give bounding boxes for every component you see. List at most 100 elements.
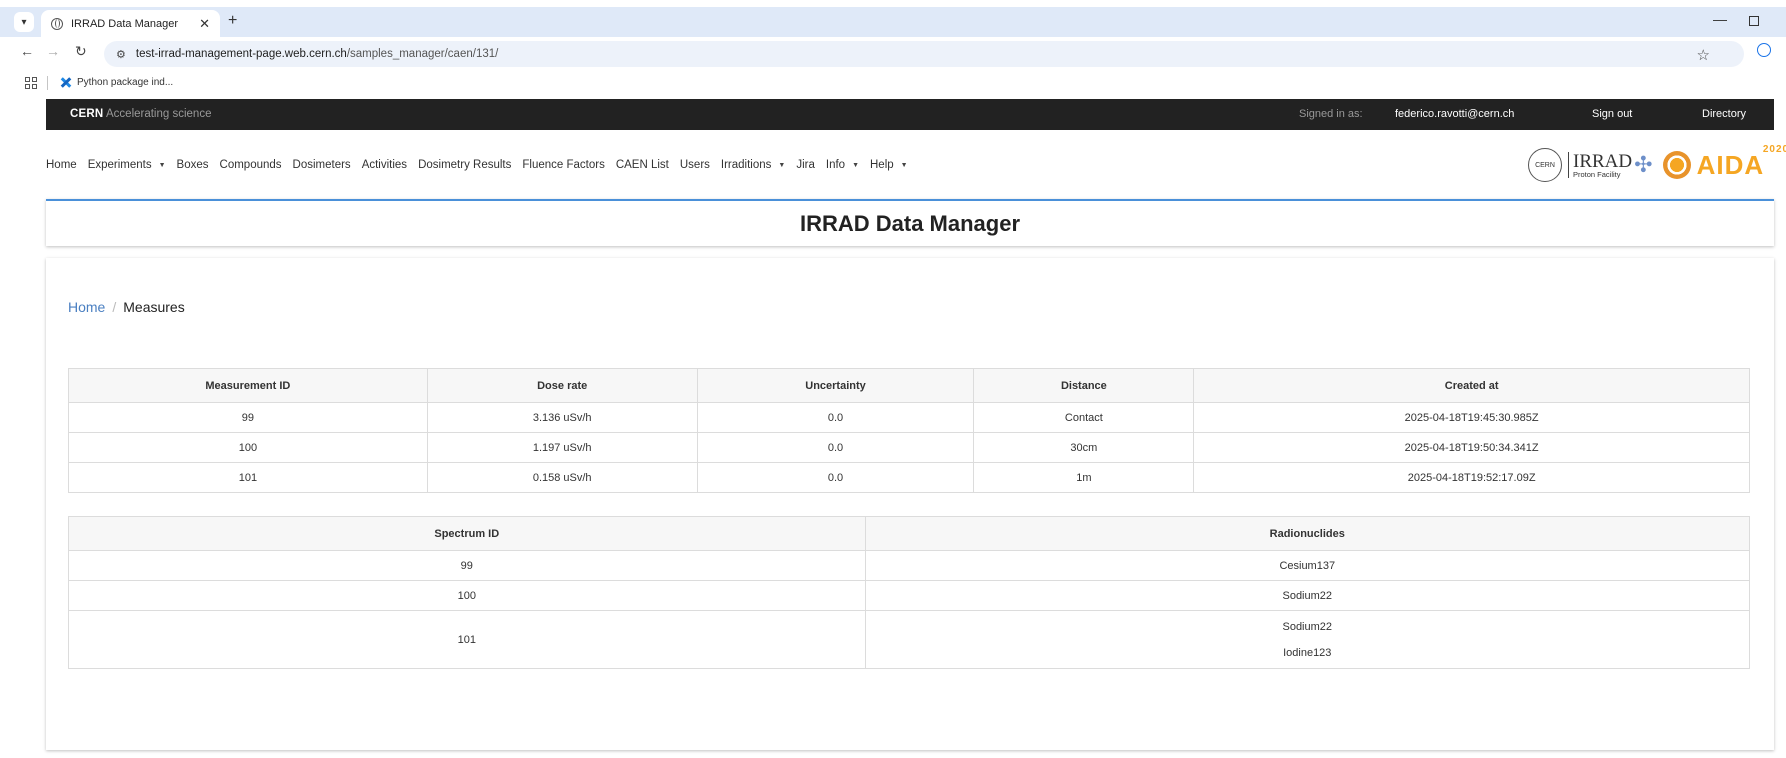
nav-item-activities[interactable]: Activities [362,159,407,171]
table-cell: 0.158 uSv/h [426,462,698,493]
nav-item-info[interactable]: Info ▼ [826,159,859,171]
table-cell: 100 [68,432,428,463]
breadcrumb-home-link[interactable]: Home [68,299,105,315]
nav-item-experiments[interactable]: Experiments ▼ [88,159,166,171]
url-host: test-irrad-management-page.web.cern.ch [135,48,347,60]
radionuclides-cell: Cesium137 [864,550,1751,581]
measures-table: Measurement ID Dose rate Uncertainty Distan… [68,368,1750,493]
nav-item-fluence-factors[interactable]: Fluence Factors [522,159,604,171]
nav-item-caen-list[interactable]: CAEN List [616,159,669,171]
radionuclides-cell: Sodium22 [864,580,1751,611]
table-cell: 0.0 [696,462,975,493]
site-settings-icon[interactable]: ⚙ [116,48,126,61]
nav-item-label: Fluence Factors [522,159,605,171]
radionuclide-item: Sodium22 [1282,620,1333,633]
new-tab-icon[interactable]: + [228,12,237,30]
irrad-logo-subtitle: Proton Facility [1573,169,1621,179]
nav-item-dosimetry-results[interactable]: Dosimetry Results [418,159,511,171]
aida-logo-year: 2020 [1762,143,1786,155]
table-cell: 30cm [973,432,1195,463]
nav-item-help[interactable]: Help ▼ [870,159,908,171]
nav-item-label: Help [870,159,894,171]
cern-logo: CERN [1528,148,1562,182]
cern-top-bar: CERN Accelerating science Signed in as: … [46,99,1774,130]
directory-link[interactable]: Directory [1702,108,1746,120]
nav-item-label: CAEN List [615,159,669,171]
table-cell: 1.197 uSv/h [426,432,698,463]
caret-down-icon: ▼ [158,161,166,169]
title-card: IRRAD Data Manager [46,199,1774,246]
spectrum-id-cell: 99 [68,550,866,581]
bookmark-label: Python package ind... [77,76,174,88]
nav-item-label: Dosimeters [292,159,351,171]
bookmark-star-icon[interactable]: ☆ [1697,46,1710,64]
column-header[interactable]: Uncertainty [696,368,975,403]
column-header[interactable]: Spectrum ID [68,516,866,551]
radionuclides-cell: Sodium22 Iodine123 [864,610,1751,669]
table-header-row: Measurement ID Dose rate Uncertainty Distan… [68,368,1750,403]
table-row: 100 1.197 uSv/h 0.0 30cm 2025-04-18T19:50:34… [68,432,1750,463]
bookmarks-divider [47,76,48,90]
nav-item-home[interactable]: Home [46,159,77,171]
column-header[interactable]: Distance [973,368,1195,403]
back-arrow-icon[interactable]: ← [20,43,34,59]
minimize-icon[interactable]: — [1713,11,1727,27]
table-cell: Contact [973,402,1195,433]
nav-item-label: Boxes [176,159,209,171]
nav-item-label: Activities [361,159,408,171]
cern-tagline: Accelerating science [106,108,212,120]
nav-item-dosimeters[interactable]: Dosimeters [293,159,351,171]
nav-item-label: Compounds [219,159,282,171]
reload-icon[interactable]: ↻ [75,43,87,60]
breadcrumb-current: Measures [123,299,185,315]
column-header[interactable]: Created at [1193,368,1750,403]
column-header[interactable]: Radionuclides [864,516,1751,551]
cern-logo-text: CERN [1535,161,1555,169]
nav-item-jira[interactable]: Jira [796,159,815,171]
address-bar[interactable]: ⚙ test-irrad-management-page.web.cern.ch… [104,41,1744,67]
table-cell: 1m [973,462,1195,493]
table-cell: 2025-04-18T19:50:34.341Z [1193,432,1750,463]
column-header[interactable]: Dose rate [426,368,698,403]
nav-item-label: Users [679,159,710,171]
profile-icon[interactable] [1757,43,1771,57]
aida-logo-text: AIDA [1696,149,1765,180]
spectra-table: Spectrum ID Radionuclides 99 Cesium137 100 S… [68,516,1751,669]
apps-grid-icon[interactable] [25,77,37,89]
table-cell: 99 [68,402,428,433]
caret-down-icon: ▼ [852,161,859,169]
bookmark-pypi[interactable]: Python package ind... [60,76,173,88]
nav-item-irraditions[interactable]: Irraditions ▼ [721,159,785,171]
nav-item-label: Dosimetry Results [418,159,512,171]
maximize-icon[interactable] [1749,16,1759,26]
table-cell: 0.0 [696,432,975,463]
irrad-logo: IRRAD Proton Facility [1568,151,1632,179]
breadcrumb: Home / Measures [68,299,185,315]
table-row: 101 Sodium22 Iodine123 [68,610,1751,669]
nav-item-compounds[interactable]: Compounds [220,159,282,171]
table-row: 100 Sodium22 [68,580,1751,611]
sign-out-link[interactable]: Sign out [1592,108,1632,120]
nav-item-boxes[interactable]: Boxes [177,159,209,171]
signed-in-label: Signed in as: [1299,108,1363,120]
logos: CERN IRRAD Proton Facility ✣ AIDA2020 [1528,144,1786,183]
browser-toolbar: ← → ↻ ⚙ test-irrad-management-page.web.c… [0,37,1786,71]
cern-brand-link[interactable]: CERN [70,108,103,120]
nav-item-users[interactable]: Users [680,159,710,171]
table-cell: 2025-04-18T19:52:17.09Z [1193,462,1750,493]
main-card: Home / Measures Measurement ID Dose rate U… [46,258,1774,750]
table-row: 99 3.136 uSv/h 0.0 Contact 2025-04-18T19:45:… [68,402,1750,433]
main-nav: Home Experiments ▼ Boxes Compounds Dosimeters… [46,150,919,180]
url-text: test-irrad-management-page.web.cern.ch/s… [136,48,498,60]
chevron-down-icon: ▾ [21,16,27,28]
breadcrumb-separator: / [112,299,117,315]
spectrum-id-cell: 100 [68,580,866,611]
browser-tab-bar: ▾ IRRAD Data Manager ✕ + — [0,7,1786,37]
table-cell: 3.136 uSv/h [426,402,698,433]
column-header[interactable]: Measurement ID [68,368,428,403]
spectrum-id-cell: 101 [68,610,866,669]
close-icon[interactable]: ✕ [199,16,210,32]
forward-arrow-icon[interactable]: → [46,43,60,59]
browser-tab[interactable]: IRRAD Data Manager ✕ [41,10,220,37]
tab-list-button[interactable]: ▾ [14,12,34,32]
